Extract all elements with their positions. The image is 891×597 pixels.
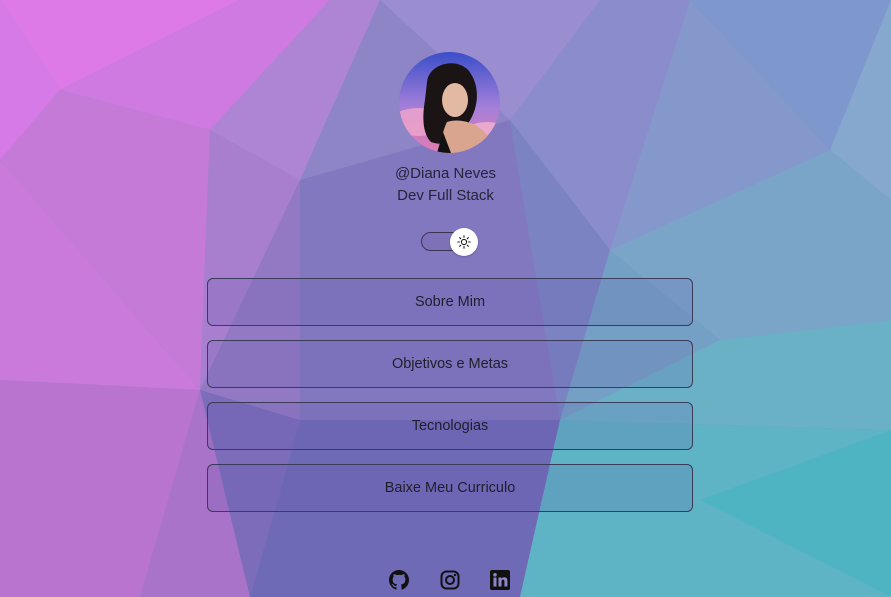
github-link[interactable] (389, 570, 409, 590)
link-baixe-curriculo[interactable]: Baixe Meu Curriculo (207, 464, 693, 512)
toggle-knob[interactable] (450, 228, 478, 256)
page-container: @Diana Neves Dev Full Stack Sobre Mim Ob… (0, 0, 891, 597)
avatar (399, 52, 500, 153)
sun-icon (457, 235, 471, 249)
github-icon (389, 570, 409, 590)
avatar-photo (399, 52, 500, 153)
linkedin-icon (490, 570, 510, 590)
link-tecnologias[interactable]: Tecnologias (207, 402, 693, 450)
instagram-link[interactable] (440, 570, 460, 590)
user-role: Dev Full Stack (397, 187, 494, 204)
link-list: Sobre Mim Objetivos e Metas Tecnologias … (207, 278, 693, 526)
link-objetivos-metas[interactable]: Objetivos e Metas (207, 340, 693, 388)
linkedin-link[interactable] (490, 570, 510, 590)
instagram-icon (440, 570, 460, 590)
link-sobre-mim[interactable]: Sobre Mim (207, 278, 693, 326)
user-handle: @Diana Neves (394, 165, 497, 182)
theme-toggle[interactable] (421, 228, 478, 256)
